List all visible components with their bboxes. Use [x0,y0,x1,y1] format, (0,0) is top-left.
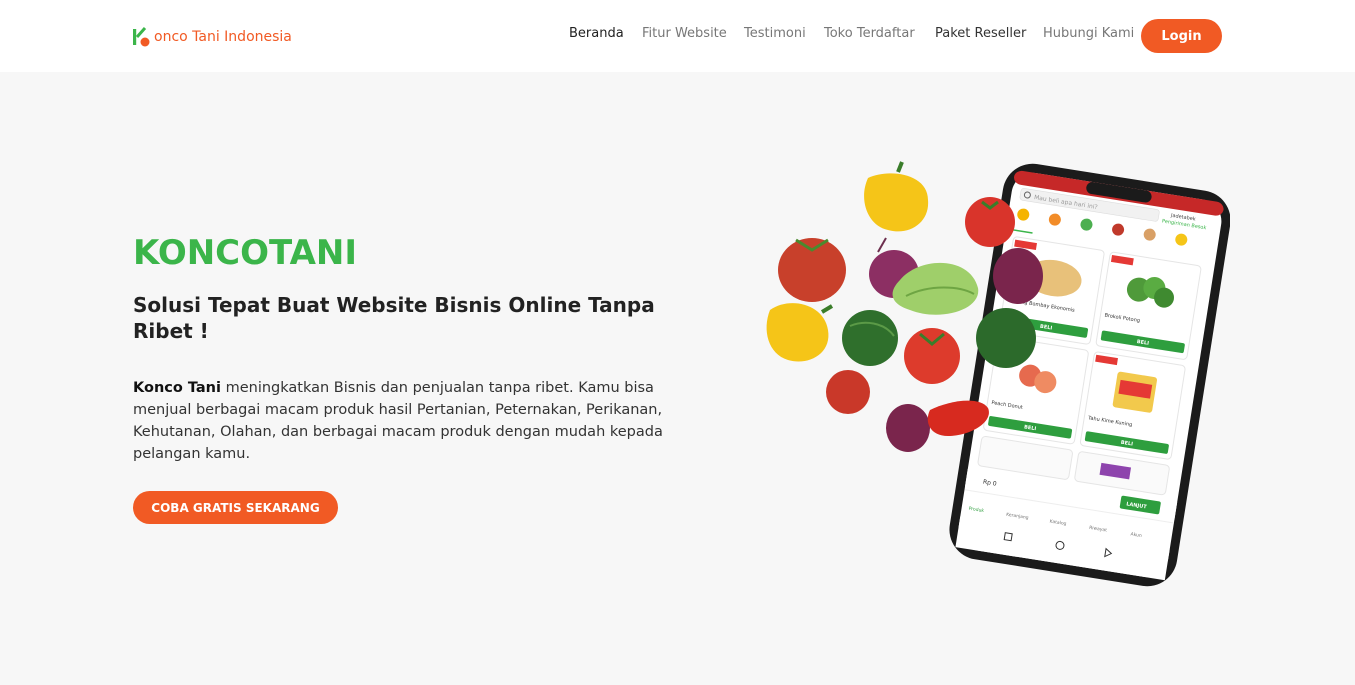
hero-title: KONCOTANI [133,233,358,273]
login-button[interactable]: Login [1141,19,1222,53]
hero-description: Konco Tani meningkatkan Bisnis dan penju… [133,377,673,465]
top-navbar: onco Tani Indonesia Beranda Fitur Websit… [0,0,1355,72]
hero-description-brand: Konco Tani [133,380,221,396]
hero-illustration-svg: Mau beli apa hari ini? Jadetabek Pengiri… [766,161,1231,587]
try-free-button[interactable]: COBA GRATIS SEKARANG [133,491,338,524]
nav-toko-terdaftar[interactable]: Toko Terdaftar [824,26,915,41]
nav-testimoni[interactable]: Testimoni [744,26,806,41]
hero-illustration: Mau beli apa hari ini? Jadetabek Pengiri… [760,160,1231,590]
nav-hubungi-kami[interactable]: Hubungi Kami [1043,26,1134,41]
nav-paket-reseller[interactable]: Paket Reseller [935,26,1026,41]
nav-beranda[interactable]: Beranda [569,26,624,41]
phone-product-card: Tahu Kime Kuning BELI [1079,351,1186,460]
phone-product-card: Brokoli Potong BELI [1095,251,1202,360]
hero-subtitle: Solusi Tepat Buat Website Bisnis Online … [133,293,655,343]
nav-fitur-website[interactable]: Fitur Website [642,26,727,41]
